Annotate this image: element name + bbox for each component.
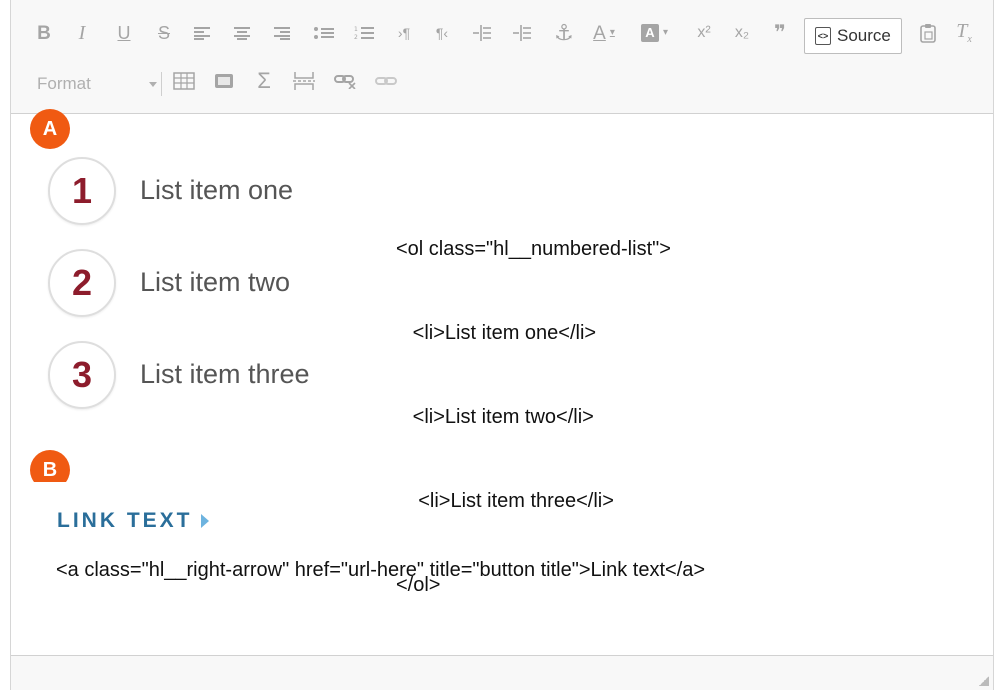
code-line: <li>List item three</li>: [396, 490, 614, 512]
decrease-indent-button[interactable]: [469, 18, 495, 48]
text-color-icon: A: [593, 22, 606, 44]
numbered-list-item: 3 List item three: [48, 341, 378, 411]
list-item-label: List item three: [140, 359, 310, 389]
decrease-indent-icon: [473, 25, 491, 41]
toolbar-separator: [161, 72, 162, 96]
link-text-sample[interactable]: LINK TEXT: [57, 509, 209, 533]
svg-text:2: 2: [354, 34, 358, 41]
page-break-button[interactable]: [291, 66, 317, 96]
formula-button[interactable]: Σ: [251, 66, 277, 96]
list-number-circle: 1: [48, 157, 116, 225]
format-dropdown-label: Format: [37, 74, 91, 93]
code-line: <li>List item two</li>: [396, 406, 594, 428]
page-break-icon: [293, 72, 315, 90]
rich-text-editor: B I U S 12 ›¶ ¶‹ ⚓ A ▾ A ▾ x² x₂ ❞ <> So…: [10, 0, 994, 690]
numbered-list-item: 2 List item two: [48, 249, 378, 319]
subscript-icon: x₂: [734, 24, 750, 41]
ltr-button[interactable]: ›¶: [391, 18, 417, 48]
bulleted-list-icon: [314, 27, 334, 39]
section-b-badge-clip: B: [30, 450, 70, 482]
align-left-icon: [194, 27, 210, 40]
align-center-icon: [234, 27, 250, 40]
editor-toolbar: B I U S 12 ›¶ ¶‹ ⚓ A ▾ A ▾ x² x₂ ❞ <> So…: [11, 0, 993, 114]
bg-color-button[interactable]: A ▾: [641, 18, 668, 48]
align-left-button[interactable]: [189, 18, 215, 48]
source-icon: <>: [815, 27, 831, 45]
chevron-down-icon: [149, 82, 157, 87]
rtl-button[interactable]: ¶‹: [429, 18, 455, 48]
align-right-icon: [274, 27, 290, 40]
toolbar-row-2: Format Σ: [11, 66, 993, 102]
section-b-badge: B: [30, 450, 70, 482]
align-right-button[interactable]: [269, 18, 295, 48]
format-dropdown[interactable]: Format: [37, 70, 157, 98]
table-button[interactable]: [171, 66, 197, 96]
resize-handle-icon[interactable]: [979, 676, 989, 686]
paste-button[interactable]: [915, 18, 941, 48]
remove-format-icon: Tx: [956, 20, 972, 45]
numbered-list-code-sample: <ol class="hl__numbered-list"> <li>List …: [396, 179, 671, 655]
link-button[interactable]: [373, 66, 399, 96]
text-color-button[interactable]: A ▾: [591, 18, 617, 48]
unlink-icon: [334, 75, 356, 89]
svg-text:1: 1: [354, 26, 358, 33]
editor-content-area[interactable]: A 1 List item one 2 List item two 3 List…: [11, 109, 993, 655]
blockquote-icon: ❞: [774, 22, 786, 44]
rtl-icon: ¶‹: [435, 25, 449, 41]
image-button[interactable]: [211, 66, 237, 96]
strikethrough-button[interactable]: S: [151, 18, 177, 48]
underline-icon: U: [117, 23, 131, 43]
paste-icon: [920, 24, 936, 43]
link-icon: [375, 77, 397, 85]
bg-color-icon: A: [641, 24, 659, 42]
toolbar-row-1: B I U S 12 ›¶ ¶‹ ⚓ A ▾ A ▾ x² x₂ ❞ <> So…: [11, 18, 993, 56]
code-line: <ol class="hl__numbered-list">: [396, 238, 671, 260]
underline-button[interactable]: U: [111, 18, 137, 48]
numbered-list-icon: 12: [354, 26, 374, 41]
link-code-sample: <a class="hl__right-arrow" href="url-her…: [56, 559, 706, 581]
code-line: <li>List item one</li>: [396, 322, 597, 344]
sigma-icon: Σ: [257, 68, 271, 93]
bulleted-list-button[interactable]: [311, 18, 337, 48]
superscript-icon: x²: [697, 24, 711, 41]
ltr-icon: ›¶: [397, 25, 411, 41]
image-icon: [215, 74, 233, 88]
numbered-list-item: 1 List item one: [48, 157, 378, 227]
bold-button[interactable]: B: [31, 18, 57, 48]
list-item-label: List item one: [140, 175, 294, 205]
subscript-button[interactable]: x₂: [729, 18, 755, 48]
bold-icon: B: [37, 22, 51, 44]
right-arrow-icon: [200, 514, 209, 528]
strikethrough-icon: S: [157, 23, 170, 43]
source-label: Source: [837, 26, 891, 45]
align-center-button[interactable]: [229, 18, 255, 48]
editor-status-bar: [11, 655, 993, 690]
source-button[interactable]: <> Source: [804, 18, 902, 54]
table-icon: [173, 72, 195, 90]
superscript-button[interactable]: x²: [691, 18, 717, 48]
increase-indent-button[interactable]: [509, 18, 535, 48]
numbered-list-button[interactable]: 12: [351, 18, 377, 48]
unlink-button[interactable]: [333, 66, 359, 96]
anchor-button[interactable]: ⚓: [551, 18, 577, 48]
remove-format-button[interactable]: Tx: [951, 18, 977, 48]
increase-indent-icon: [513, 25, 531, 41]
link-text-label: LINK TEXT: [57, 509, 193, 532]
italic-icon: I: [78, 22, 86, 44]
list-number-circle: 2: [48, 249, 116, 317]
list-item-label: List item two: [140, 267, 291, 297]
list-number-circle: 3: [48, 341, 116, 409]
section-a-badge: A: [30, 109, 70, 149]
italic-button[interactable]: I: [69, 18, 95, 48]
blockquote-button[interactable]: ❞: [767, 18, 793, 48]
anchor-icon: ⚓: [554, 20, 574, 45]
